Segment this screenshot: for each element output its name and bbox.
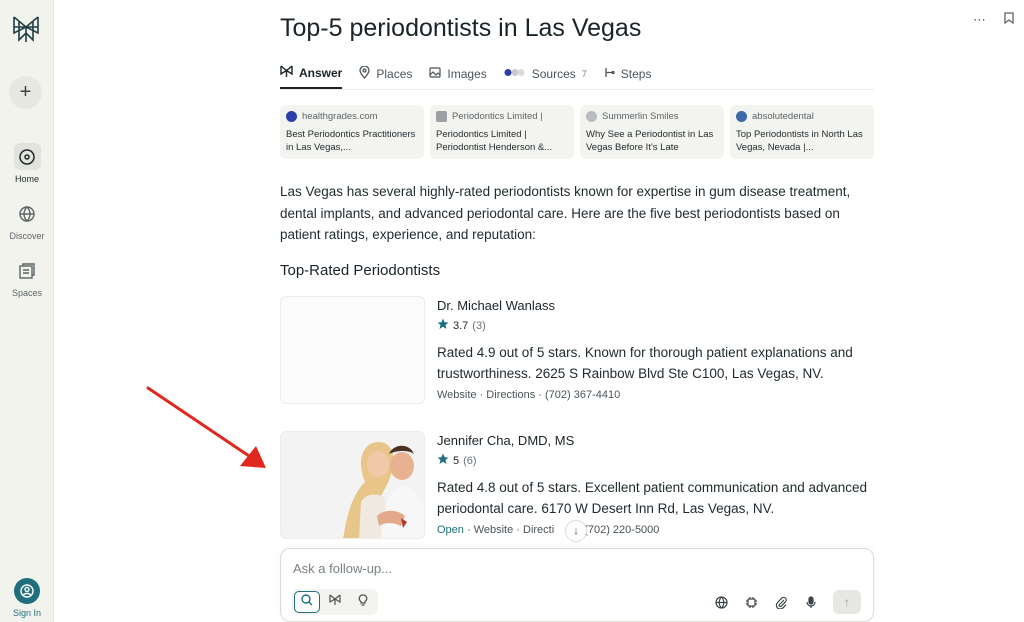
place-name[interactable]: Jennifer Cha, DMD, MS — [437, 433, 877, 448]
sources-row: healthgrades.com Best Periodontics Pract… — [280, 105, 874, 159]
bookmark-icon[interactable] — [1004, 12, 1014, 28]
tab-images[interactable]: Images — [429, 59, 487, 89]
sidebar-item-home[interactable]: Home — [0, 143, 54, 184]
tab-label: Places — [376, 67, 413, 81]
section-heading: Top-Rated Periodontists — [280, 262, 441, 279]
source-card[interactable]: Periodontics Limited | Periodontics Limi… — [430, 105, 574, 159]
tab-sources[interactable]: Sources 7 — [504, 59, 587, 89]
microphone-icon[interactable] — [803, 594, 819, 610]
home-search-icon — [13, 143, 41, 170]
place-rating: 5 (6) — [437, 453, 877, 468]
search-icon — [301, 593, 313, 611]
answer-intro: Las Vegas has several highly-rated perio… — [280, 184, 851, 242]
rating-value: 5 — [453, 454, 460, 467]
tab-label: Answer — [299, 66, 343, 80]
phone-number[interactable]: (702) 220-5000 — [584, 524, 659, 536]
source-site: absolutedental — [752, 111, 814, 122]
couple-photo-icon — [281, 432, 424, 538]
place-photo-placeholder[interactable] — [280, 296, 425, 404]
source-site: Periodontics Limited | — [452, 111, 543, 122]
tab-label: Sources — [531, 67, 576, 81]
perplexity-logo-icon[interactable] — [11, 14, 41, 44]
tab-steps[interactable]: Steps — [604, 59, 652, 89]
sidebar-item-label: Home — [14, 174, 39, 184]
place-links[interactable]: Website · Directions · (702) 367-4410 — [437, 389, 877, 401]
sources-icon — [504, 67, 526, 81]
place-description: Rated 4.9 out of 5 stars. Known for thor… — [437, 345, 853, 381]
tab-label: Steps — [620, 67, 652, 81]
tab-label: Images — [447, 67, 487, 81]
periodontics-favicon-icon — [436, 111, 447, 122]
links-text[interactable]: · Website · Directi — [464, 524, 554, 536]
annotation-arrow-icon — [146, 386, 266, 468]
sidebar-item-discover[interactable]: Discover — [0, 200, 54, 241]
search-mode-button[interactable] — [294, 591, 320, 613]
page-title: Top-5 periodontists in Las Vegas — [280, 14, 642, 42]
place-name[interactable]: Dr. Michael Wanlass — [437, 298, 877, 313]
chip-icon[interactable] — [743, 594, 759, 610]
research-icon — [329, 593, 341, 611]
scroll-down-button[interactable]: ↓ — [565, 520, 587, 542]
open-status: Open — [437, 524, 464, 536]
source-title: Periodontics Limited | Periodontist Hend… — [436, 129, 553, 153]
input-tools: ↑ — [713, 590, 861, 614]
sources-count: 7 — [581, 69, 587, 79]
top-actions: ⋯ — [973, 12, 1014, 28]
rating-value: 3.7 — [453, 319, 469, 332]
sidebar: + Home Discover Spaces Sign In — [0, 0, 54, 622]
star-icon — [437, 318, 449, 333]
rating-count: (3) — [472, 319, 486, 332]
globe-favicon-icon — [586, 111, 597, 122]
globe-icon — [14, 200, 41, 227]
source-card[interactable]: absolutedental Top Periodontists in Nort… — [730, 105, 874, 159]
lightbulb-icon — [358, 593, 368, 611]
answer-icon — [280, 65, 293, 81]
source-card[interactable]: healthgrades.com Best Periodontics Pract… — [280, 105, 424, 159]
tabs-divider — [280, 89, 874, 90]
sidebar-item-label: Spaces — [11, 288, 43, 298]
pin-icon — [359, 65, 371, 82]
tab-bar: Answer Places Images Sources 7 Steps — [280, 59, 668, 89]
follow-up-box: Ask a follow-up... ↑ — [280, 548, 874, 622]
globe-icon[interactable] — [713, 594, 729, 610]
sidebar-item-label: Discover — [9, 231, 45, 241]
send-button[interactable]: ↑ — [833, 590, 861, 614]
spaces-icon — [14, 257, 41, 284]
steps-icon — [604, 67, 615, 81]
place-rating: 3.7 (3) — [437, 318, 877, 333]
source-title: Best Periodontics Practitioners in Las V… — [286, 129, 416, 153]
place-links: Open · Website · Directi (702) 220-5000 — [437, 524, 877, 536]
source-site: healthgrades.com — [302, 111, 378, 122]
rating-count: (6) — [463, 454, 477, 467]
labs-mode-button[interactable] — [350, 591, 376, 613]
sign-in-label: Sign In — [12, 608, 42, 618]
healthgrades-favicon-icon — [286, 111, 297, 122]
search-mode-toggle — [292, 589, 378, 615]
source-title: Why See a Periodontist in Las Vegas Befo… — [586, 129, 714, 153]
sign-in-button[interactable]: Sign In — [0, 578, 54, 618]
source-site: Summerlin Smiles — [602, 111, 679, 122]
image-icon — [429, 67, 441, 81]
tab-answer[interactable]: Answer — [280, 59, 343, 89]
user-avatar-icon — [14, 578, 40, 604]
more-options-icon[interactable]: ⋯ — [973, 12, 986, 28]
place-description: Rated 4.8 out of 5 stars. Excellent pati… — [437, 480, 868, 516]
follow-up-input[interactable]: Ask a follow-up... — [293, 561, 392, 576]
new-thread-button[interactable]: + — [9, 76, 42, 109]
absolutedental-favicon-icon — [736, 111, 747, 122]
place-photo[interactable] — [280, 431, 425, 539]
sidebar-item-spaces[interactable]: Spaces — [0, 257, 54, 298]
star-icon — [437, 453, 449, 468]
paperclip-icon[interactable] — [773, 594, 789, 610]
plus-icon: + — [19, 81, 32, 103]
tab-places[interactable]: Places — [359, 59, 412, 89]
research-mode-button[interactable] — [322, 591, 348, 613]
arrow-down-icon: ↓ — [573, 525, 579, 537]
arrow-up-icon: ↑ — [844, 595, 850, 609]
source-card[interactable]: Summerlin Smiles Why See a Periodontist … — [580, 105, 724, 159]
source-title: Top Periodontists in North Las Vegas, Ne… — [736, 129, 863, 153]
